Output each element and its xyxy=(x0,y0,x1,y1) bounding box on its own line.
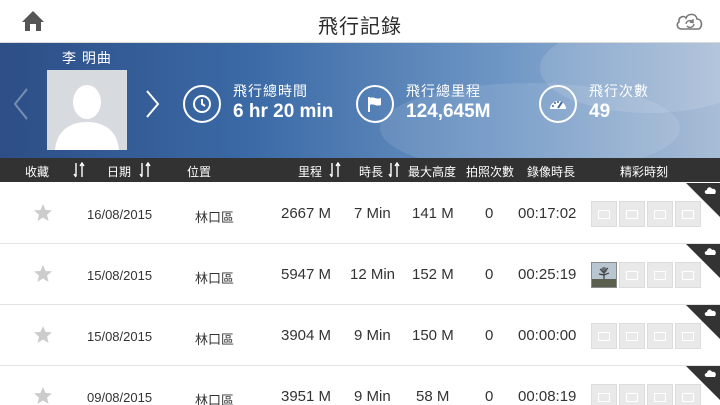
image-placeholder-icon[interactable] xyxy=(591,323,617,349)
image-placeholder-icon[interactable] xyxy=(619,201,645,227)
stat-label: 飛行次數 xyxy=(589,83,649,99)
image-placeholder-icon[interactable] xyxy=(591,201,617,227)
image-placeholder-icon[interactable] xyxy=(619,323,645,349)
row-location: 林口區 xyxy=(195,393,235,405)
row-duration: 12 Min xyxy=(350,266,396,283)
column-favorite[interactable]: 收藏 xyxy=(25,163,49,180)
table-header: 收藏 日期 位置 里程 時長 最大高度 拍照次數 錄像時長 精彩時刻 xyxy=(0,158,720,182)
row-date: 15/08/2015 xyxy=(87,268,153,283)
row-max-altitude: 141 M xyxy=(412,205,454,222)
table-row[interactable]: 09/08/2015 林口區 3951 M 9 Min 58 M 0 00:08… xyxy=(0,366,720,405)
sort-icon[interactable] xyxy=(329,162,341,178)
row-duration: 9 Min xyxy=(354,388,391,405)
stat-label: 飛行總時間 xyxy=(233,83,308,99)
row-max-altitude: 152 M xyxy=(412,266,454,283)
star-icon[interactable] xyxy=(33,203,53,223)
row-distance: 3904 M xyxy=(281,327,332,344)
row-video-duration: 00:25:19 xyxy=(518,266,577,283)
row-max-altitude: 150 M xyxy=(412,327,454,344)
column-duration[interactable]: 時長 xyxy=(359,163,383,180)
image-placeholder-icon[interactable] xyxy=(647,384,673,405)
row-location: 林口區 xyxy=(195,271,235,286)
row-distance: 3951 M xyxy=(281,388,332,405)
image-placeholder-icon[interactable] xyxy=(647,323,673,349)
row-distance: 2667 M xyxy=(281,205,332,222)
row-date: 16/08/2015 xyxy=(87,207,153,222)
chevron-left-icon[interactable] xyxy=(12,87,30,121)
row-photo-count: 0 xyxy=(485,388,494,405)
row-video-duration: 00:17:02 xyxy=(518,205,577,222)
cloud-sync-icon[interactable] xyxy=(674,9,706,35)
table-row[interactable]: 15/08/2015 林口區 3904 M 9 Min 150 M 0 00:0… xyxy=(0,305,720,366)
chevron-right-icon[interactable] xyxy=(143,89,161,119)
cloud-icon[interactable] xyxy=(704,186,717,195)
image-placeholder-icon[interactable] xyxy=(647,262,673,288)
column-location[interactable]: 位置 xyxy=(187,163,211,180)
row-photo-count: 0 xyxy=(485,327,494,344)
image-placeholder-icon[interactable] xyxy=(619,384,645,405)
row-photo-count: 0 xyxy=(485,205,494,222)
speedometer-icon xyxy=(539,85,577,123)
avatar[interactable] xyxy=(47,70,127,150)
stat-value: 6 hr 20 min xyxy=(233,101,334,122)
row-max-altitude: 58 M xyxy=(416,388,450,405)
row-date: 15/08/2015 xyxy=(87,329,153,344)
table-row[interactable]: 15/08/2015 林口區 5947 M 12 Min 152 M 0 00:… xyxy=(0,244,720,305)
sort-icon[interactable] xyxy=(388,162,400,178)
image-placeholder-icon[interactable] xyxy=(647,201,673,227)
sort-icon[interactable] xyxy=(73,162,85,178)
stat-label: 飛行總里程 xyxy=(406,83,481,99)
row-duration: 9 Min xyxy=(354,327,391,344)
profile-banner: 李 明曲 飛行總時間 6 hr 20 min 飛行總里程 124,645M 飛行… xyxy=(0,43,720,158)
cloud-icon[interactable] xyxy=(704,247,717,256)
row-duration: 7 Min xyxy=(354,205,391,222)
column-date[interactable]: 日期 xyxy=(107,163,131,180)
cloud-icon[interactable] xyxy=(704,369,717,378)
top-bar: 飛行記錄 xyxy=(0,0,720,43)
table-row[interactable]: 16/08/2015 林口區 2667 M 7 Min 141 M 0 00:1… xyxy=(0,183,720,244)
image-placeholder-icon[interactable] xyxy=(619,262,645,288)
row-location: 林口區 xyxy=(195,332,235,347)
photo-thumbnail[interactable] xyxy=(591,262,617,288)
row-distance: 5947 M xyxy=(281,266,332,283)
row-location: 林口區 xyxy=(195,210,235,225)
row-date: 09/08/2015 xyxy=(87,390,153,405)
user-name: 李 明曲 xyxy=(62,50,112,66)
page-title: 飛行記錄 xyxy=(318,16,402,38)
row-video-duration: 00:08:19 xyxy=(518,388,577,405)
image-placeholder-icon[interactable] xyxy=(591,384,617,405)
cloud-icon[interactable] xyxy=(704,308,717,317)
column-distance[interactable]: 里程 xyxy=(298,163,322,180)
star-icon[interactable] xyxy=(33,386,53,405)
flag-icon xyxy=(356,85,394,123)
stat-value: 124,645M xyxy=(406,101,491,122)
star-icon[interactable] xyxy=(33,264,53,284)
clock-icon xyxy=(183,85,221,123)
column-photo-count[interactable]: 拍照次數 xyxy=(466,163,514,180)
row-photo-count: 0 xyxy=(485,266,494,283)
column-video-duration[interactable]: 錄像時長 xyxy=(527,163,575,180)
stat-value: 49 xyxy=(589,101,611,122)
column-max-altitude[interactable]: 最大高度 xyxy=(408,163,456,180)
column-highlights: 精彩時刻 xyxy=(620,165,669,179)
sort-icon[interactable] xyxy=(139,162,151,178)
star-icon[interactable] xyxy=(33,325,53,345)
row-video-duration: 00:00:00 xyxy=(518,327,577,344)
